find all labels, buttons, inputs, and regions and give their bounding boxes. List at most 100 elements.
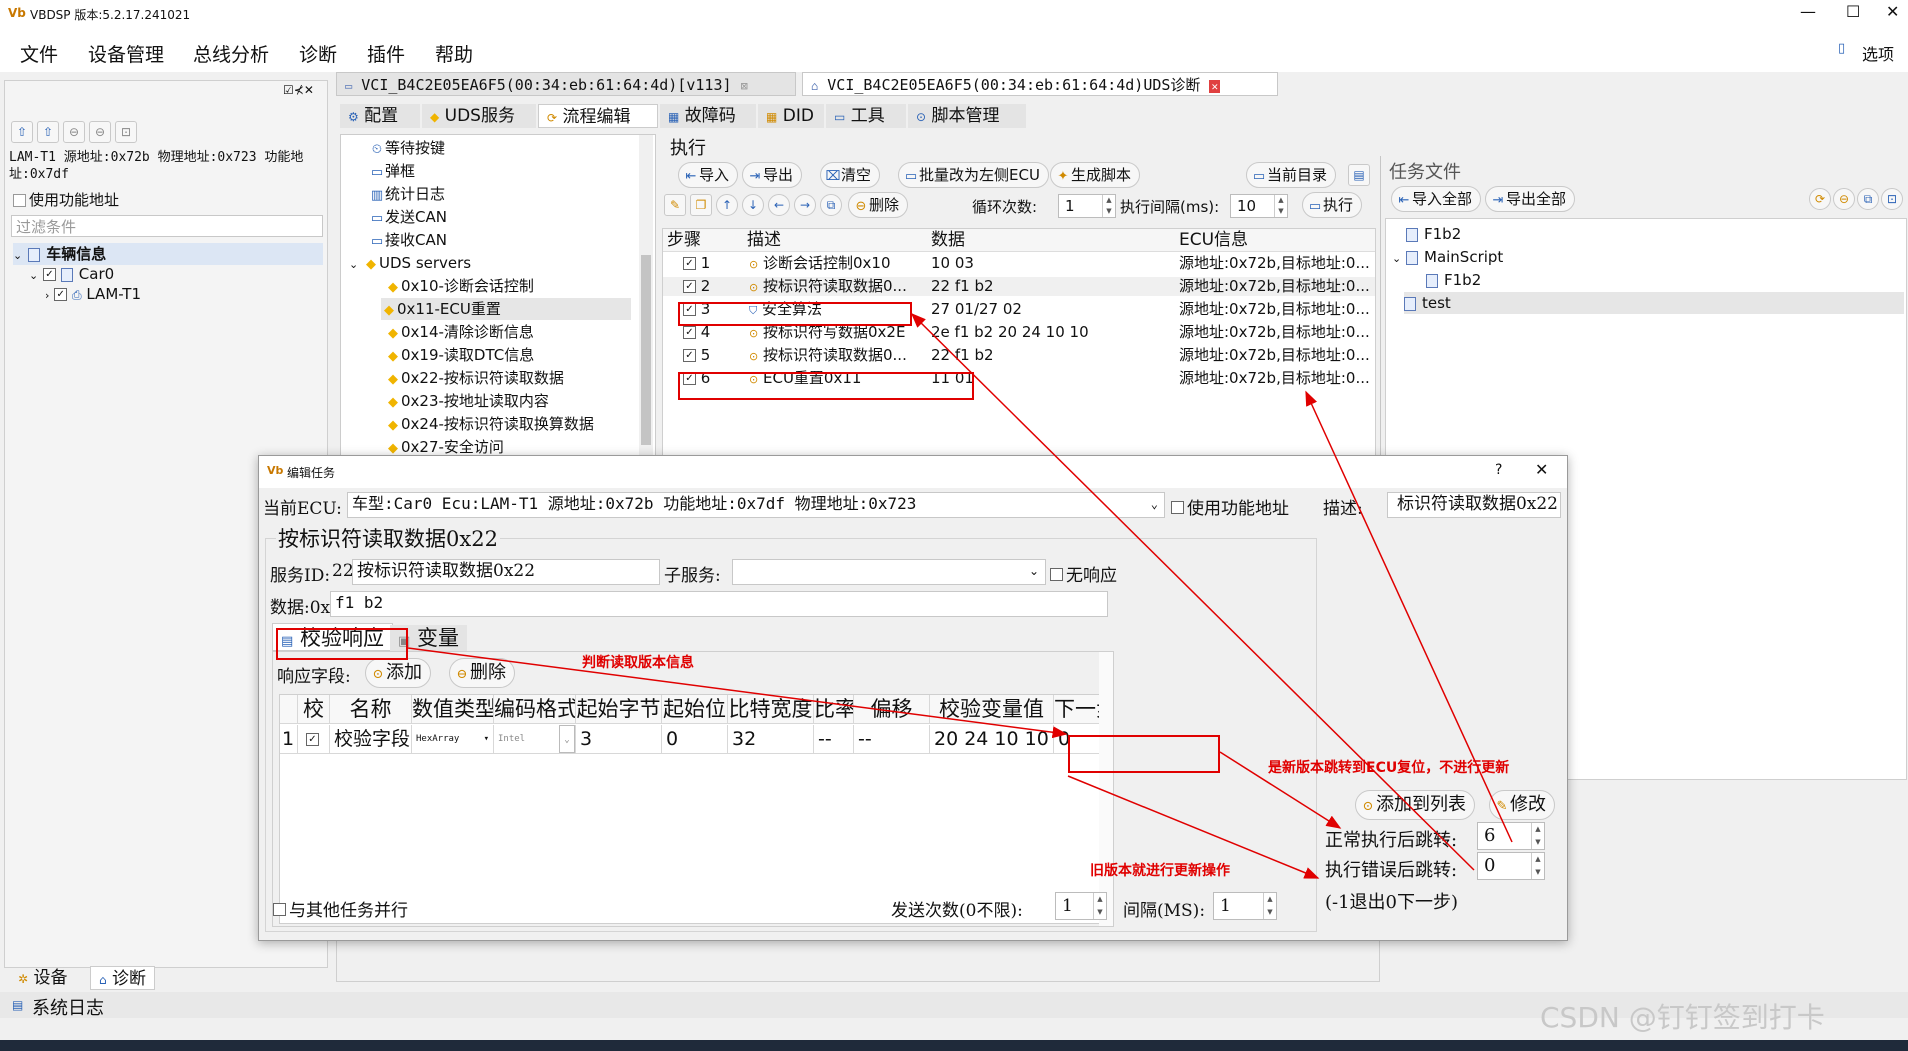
left-tool-5-icon[interactable]: ⊡: [115, 121, 137, 143]
task-refresh-icon[interactable]: ⟳: [1809, 188, 1831, 210]
tab-uds-service[interactable]: ◆ UDS服务: [422, 104, 536, 128]
doc-tab-vci[interactable]: ▭ VCI_B4C2E05EA6F5(00:34:eb:61:64:4d)[v1…: [336, 72, 796, 96]
add-to-list-button[interactable]: ⊙ 添加到列表: [1355, 790, 1475, 820]
svc-0x24[interactable]: ◆ 0x24-按标识符读取换算数据: [385, 413, 594, 435]
svc-0x22[interactable]: ◆ 0x22-按标识符读取数据: [385, 367, 564, 389]
close-window-icon[interactable]: ✕: [1886, 2, 1899, 21]
task-copy-icon[interactable]: ⧉: [1857, 188, 1879, 210]
task-mainscript-f1b2[interactable]: F1b2: [1426, 269, 1481, 291]
desc-input[interactable]: 标识符读取数据0x22: [1387, 492, 1561, 518]
move-right-icon[interactable]: →: [794, 194, 816, 216]
current-dir-button[interactable]: ▭ 当前目录: [1246, 162, 1337, 188]
panel-pin-icon[interactable]: ☑⊀✕: [283, 83, 314, 97]
minimize-icon[interactable]: —: [1800, 2, 1816, 21]
left-tool-2-icon[interactable]: ⇧: [37, 121, 59, 143]
filter-input[interactable]: 过滤条件: [11, 215, 323, 237]
import-button[interactable]: ⇤ 导入: [678, 162, 739, 188]
tree-vehicle-info[interactable]: ⌄ 车辆信息: [13, 243, 323, 265]
error-jump-input[interactable]: 0 ▲ ▼: [1477, 852, 1545, 880]
dialog-use-func-checkbox[interactable]: [1171, 498, 1184, 516]
tab-did[interactable]: ▦ DID: [758, 104, 824, 128]
normal-jump-input[interactable]: 6 ▲ ▼: [1477, 822, 1545, 850]
clear-button[interactable]: ⌧清空: [820, 162, 881, 188]
service-tree-scrollbar[interactable]: [639, 135, 653, 455]
svc-stat-log[interactable]: ▥ 统计日志: [369, 183, 445, 205]
add-field-button[interactable]: ⊙ 添加: [365, 658, 431, 688]
dialog-close-icon[interactable]: ✕: [1535, 460, 1548, 479]
move-down-icon[interactable]: ↓: [742, 194, 764, 216]
tree-car0[interactable]: ⌄ ✓ Car0: [29, 263, 114, 285]
svc-0x23[interactable]: ◆ 0x23-按地址读取内容: [385, 390, 549, 412]
svc-0x14[interactable]: ◆ 0x14-清除诊断信息: [385, 321, 534, 343]
tree-lam-t1[interactable]: › ✓ ⎙ LAM-T1: [45, 283, 141, 305]
task-test[interactable]: test: [1404, 292, 1904, 314]
tab-tools[interactable]: ▭ 工具: [826, 104, 906, 128]
left-tool-3-icon[interactable]: ⊖: [63, 121, 85, 143]
left-tool-4-icon[interactable]: ⊖: [89, 121, 111, 143]
menu-file[interactable]: 文件: [20, 40, 58, 67]
step-row[interactable]: ✓ 2 ⊙ 按标识符读取数据0... 22 f1 b2 源地址:0x72b,目标…: [663, 277, 1375, 296]
move-left-icon[interactable]: ←: [768, 194, 790, 216]
svc-0x10[interactable]: ◆ 0x10-诊断会话控制: [385, 275, 534, 297]
tab-diagnose[interactable]: ⌂ 诊断: [90, 966, 156, 990]
interval-ms-input[interactable]: 1 ▲ ▼: [1213, 892, 1277, 920]
left-tool-1-icon[interactable]: ⇧: [11, 121, 33, 143]
modify-button[interactable]: ✎ 修改: [1489, 790, 1555, 820]
value-type-select[interactable]: HexArray ▾: [412, 725, 494, 753]
tool-edit-icon[interactable]: ✎: [664, 194, 686, 216]
menu-plugin[interactable]: 插件: [367, 40, 405, 67]
svc-uds-servers[interactable]: ⌄ ◆ UDS servers: [349, 252, 471, 274]
step-row[interactable]: ✓ 1 ⊙ 诊断会话控制0x10 10 03 源地址:0x72b,目标地址:0.…: [663, 254, 1375, 273]
svc-0x11[interactable]: ◆ 0x11-ECU重置: [381, 298, 631, 320]
export-all-button[interactable]: ⇥ 导出全部: [1485, 186, 1576, 212]
svc-wait-key[interactable]: ⏲ 等待按键: [369, 137, 445, 159]
svc-send-can[interactable]: ▭ 发送CAN: [369, 206, 447, 228]
tab-config[interactable]: ⚙ 配置: [340, 104, 420, 128]
menu-diagnose[interactable]: 诊断: [299, 40, 337, 67]
svc-recv-can[interactable]: ▭ 接收CAN: [369, 229, 447, 251]
encoding-select[interactable]: Intel ⌄: [494, 725, 576, 753]
parallel-checkbox[interactable]: [273, 900, 286, 918]
verify-panel-scrollbar[interactable]: [1099, 652, 1113, 926]
task-mainscript[interactable]: ⌄ MainScript: [1392, 246, 1503, 268]
task-remove-icon[interactable]: ⊖: [1833, 188, 1855, 210]
data-input[interactable]: f1 b2: [330, 591, 1108, 617]
duplicate-icon[interactable]: ⧉: [820, 194, 842, 216]
grid-row[interactable]: 1 ✓ 校验字段 HexArray ▾ Intel ⌄ 3 0 32 -- -- 2…: [280, 725, 1110, 754]
help-icon[interactable]: ?: [1495, 462, 1502, 478]
tab-device[interactable]: ✲ 设备: [10, 966, 75, 990]
sub-service-select[interactable]: ⌄: [732, 559, 1046, 585]
menu-help[interactable]: 帮助: [435, 40, 473, 67]
no-response-checkbox[interactable]: [1050, 565, 1063, 583]
send-count-input[interactable]: 1 ▲ ▼: [1055, 892, 1107, 920]
syslog-tab[interactable]: 系统日志: [32, 994, 104, 1020]
task-f1b2[interactable]: F1b2: [1406, 223, 1461, 245]
run-button[interactable]: ▭ 执行: [1302, 192, 1363, 218]
import-all-button[interactable]: ⇤ 导入全部: [1391, 186, 1482, 212]
menu-device[interactable]: 设备管理: [88, 40, 164, 67]
grid-row-checkbox[interactable]: ✓: [298, 725, 330, 753]
menu-bus-analysis[interactable]: 总线分析: [193, 40, 269, 67]
tab-dtc[interactable]: ▦ 故障码: [660, 104, 756, 128]
tab-flow-edit[interactable]: ⟳ 流程编辑: [538, 104, 658, 128]
delete-field-button[interactable]: ⊖ 删除: [449, 658, 515, 688]
service-name-input[interactable]: 按标识符读取数据0x22: [352, 559, 660, 585]
use-func-addr-checkbox[interactable]: [13, 191, 26, 209]
move-up-icon[interactable]: ↑: [716, 194, 738, 216]
dir-extra-icon[interactable]: ▤: [1348, 164, 1370, 186]
export-button[interactable]: ⇥ 导出: [742, 162, 803, 188]
svc-0x27[interactable]: ◆ 0x27-安全访问: [385, 436, 504, 455]
generate-script-button[interactable]: ✦ 生成脚本: [1050, 162, 1141, 188]
svc-popup[interactable]: ▭ 弹框: [369, 160, 415, 182]
svc-0x19[interactable]: ◆ 0x19-读取DTC信息: [385, 344, 534, 366]
interval-input[interactable]: 10 ▲ ▼: [1230, 194, 1288, 218]
step-row[interactable]: ✓ 5 ⊙ 按标识符读取数据0... 22 f1 b2 源地址:0x72b,目标…: [663, 346, 1375, 365]
menu-options[interactable]: 选项: [1862, 41, 1894, 65]
tab-script[interactable]: ⊙ 脚本管理: [908, 104, 1026, 128]
loop-count-input[interactable]: 1 ▲ ▼: [1058, 194, 1116, 218]
tool-copy-icon[interactable]: ❐: [690, 194, 712, 216]
maximize-icon[interactable]: ☐: [1846, 2, 1860, 21]
current-ecu-select[interactable]: 车型:Car0 Ecu:LAM-T1 源地址:0x72b 功能地址:0x7df …: [347, 492, 1165, 518]
batch-left-ecu-button[interactable]: ▭ 批量改为左侧ECU: [898, 162, 1049, 188]
delete-step-button[interactable]: ⊖ 删除: [848, 192, 909, 218]
